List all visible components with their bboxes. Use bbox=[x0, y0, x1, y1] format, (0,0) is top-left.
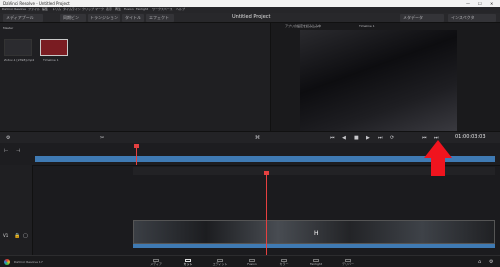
effects-label: エフェクト bbox=[149, 15, 169, 20]
viewer-status: アプリの設定を読み込み中 bbox=[285, 24, 322, 28]
page-edit[interactable]: エディット bbox=[204, 259, 236, 267]
upper-track-toggle-icon[interactable]: ⊢ bbox=[4, 148, 8, 154]
track-headers-panel: V1 🔒 ▢ bbox=[0, 165, 33, 255]
page-color-label: カラー bbox=[279, 262, 289, 266]
page-deliver-label: デリバー bbox=[341, 262, 354, 266]
annotation-arrow-head bbox=[424, 140, 452, 158]
play-icon[interactable]: ▶ bbox=[366, 135, 370, 141]
page-fusion-label: Fusion bbox=[247, 262, 257, 266]
home-icon[interactable]: ⌂ bbox=[478, 259, 481, 265]
menu-item-file[interactable]: ファイル bbox=[28, 7, 40, 12]
loop-icon[interactable]: ⟳ bbox=[390, 135, 394, 141]
menu-item-fusion[interactable]: Fusion bbox=[124, 7, 134, 12]
clip-name: Zotov-1 [2398].mp4 bbox=[4, 58, 35, 62]
page-color[interactable]: カラー bbox=[268, 259, 300, 267]
video-preview[interactable] bbox=[300, 30, 457, 132]
audio-track[interactable] bbox=[133, 244, 495, 248]
page-fairlight[interactable]: Fairlight bbox=[300, 259, 332, 267]
video-track-lock-icon[interactable]: 🔒 bbox=[14, 233, 20, 239]
upper-playhead-handle[interactable] bbox=[134, 144, 139, 148]
page-cut[interactable]: カット bbox=[172, 259, 204, 267]
viewer-timeline-name: Timeline 1 bbox=[359, 24, 375, 28]
timeline-clip[interactable]: H bbox=[133, 220, 495, 244]
upper-playhead[interactable] bbox=[136, 146, 137, 165]
stop-icon[interactable]: ■ bbox=[354, 135, 359, 141]
bin-label: Master bbox=[3, 26, 14, 30]
menu-item-clip[interactable]: クリップ bbox=[82, 7, 94, 12]
annotation-arrow-body bbox=[431, 158, 445, 176]
video-track-visibility-icon[interactable]: ▢ bbox=[23, 233, 28, 239]
lower-playhead[interactable] bbox=[266, 172, 267, 255]
top-toolbar: メディアプール 同期ビン トランジション タイトル エフェクト Untitled… bbox=[0, 13, 500, 23]
menu-item-edit[interactable]: 編集 bbox=[42, 7, 48, 12]
titles-button[interactable]: タイトル bbox=[122, 14, 144, 22]
inspector-button[interactable]: インスペクタ bbox=[448, 14, 496, 22]
effects-button[interactable]: エフェクト bbox=[146, 14, 174, 22]
resolve-logo-icon bbox=[4, 259, 10, 265]
sync-bin-label: 同期ビン bbox=[63, 15, 79, 20]
page-cut-label: カット bbox=[183, 262, 193, 266]
clip-thumbnail bbox=[4, 39, 32, 56]
transitions-button[interactable]: トランジション bbox=[88, 14, 120, 22]
menu-item-timeline[interactable]: タイムライン bbox=[63, 7, 81, 12]
step-back-icon[interactable]: ◀ bbox=[342, 135, 346, 141]
page-fairlight-label: Fairlight bbox=[309, 262, 322, 266]
timeline-tools-icon[interactable]: ⚙ bbox=[6, 135, 10, 141]
inspector-label: インスペクタ bbox=[451, 15, 475, 20]
media-pool-panel: Master Zotov-1 [2398].mp4 Timeline 1 bbox=[0, 23, 270, 131]
timecode-display: 01:00:03:03 bbox=[455, 134, 486, 140]
timeline-item[interactable]: Timeline 1 bbox=[40, 39, 70, 63]
upper-track-lock-icon[interactable]: ⊣ bbox=[16, 148, 20, 154]
sync-bin-button[interactable]: 同期ビン bbox=[60, 14, 86, 22]
menu-item-app[interactable]: DaVinci Resolve bbox=[2, 7, 26, 12]
settings-icon[interactable]: ⚙ bbox=[489, 259, 493, 265]
menu-item-fairlight[interactable]: Fairlight bbox=[136, 7, 148, 12]
skip-to-end-icon[interactable]: ⏭ bbox=[378, 135, 383, 141]
menu-item-playback[interactable]: 再生 bbox=[115, 7, 121, 12]
timeline-thumbnail bbox=[40, 39, 68, 56]
page-media-label: メディア bbox=[150, 262, 162, 266]
menu-item-workspace[interactable]: ワークスペース bbox=[152, 7, 173, 12]
page-media[interactable]: メディア bbox=[140, 259, 172, 267]
close-button[interactable]: ✕ bbox=[490, 1, 493, 6]
menu-item-mark[interactable]: マーク bbox=[95, 7, 104, 12]
page-deliver[interactable]: デリバー bbox=[332, 259, 364, 267]
maximize-button[interactable]: ☐ bbox=[478, 1, 482, 6]
blade-icon[interactable]: ⌘ bbox=[255, 135, 260, 141]
clip-item[interactable]: Zotov-1 [2398].mp4 bbox=[4, 39, 36, 63]
timeline-item-name: Timeline 1 bbox=[43, 58, 59, 62]
skip-to-start-icon[interactable]: ⏮ bbox=[330, 135, 335, 141]
project-title: Untitled Project bbox=[232, 14, 271, 20]
media-pool-label: メディアプール bbox=[6, 15, 34, 20]
titles-label: タイトル bbox=[125, 15, 141, 20]
minimize-button[interactable]: — bbox=[466, 1, 470, 6]
clip-marker-icon: H bbox=[314, 230, 319, 237]
metadata-label: メタデータ bbox=[403, 15, 423, 20]
lower-playhead-handle[interactable] bbox=[264, 171, 269, 175]
video-track-label: V1 bbox=[3, 233, 9, 238]
page-edit-label: エディット bbox=[212, 262, 228, 266]
window-title: DaVinci Resolve - Untitled Project bbox=[3, 1, 70, 6]
menu-item-trim[interactable]: トリム bbox=[52, 7, 61, 12]
window-title-bar: DaVinci Resolve - Untitled Project — ☐ ✕ bbox=[0, 0, 500, 7]
app-name: DaVinci Resolve 17 bbox=[14, 260, 43, 264]
menu-item-view[interactable]: 表示 bbox=[106, 7, 112, 12]
menu-item-help[interactable]: ヘルプ bbox=[176, 7, 185, 12]
media-pool-button[interactable]: メディアプール bbox=[3, 14, 43, 22]
transitions-label: トランジション bbox=[90, 15, 118, 20]
metadata-button[interactable]: メタデータ bbox=[400, 14, 444, 22]
page-fusion[interactable]: Fusion bbox=[236, 259, 268, 267]
edit-tools-icon[interactable]: ✂ bbox=[100, 135, 104, 141]
page-navigation-bar: DaVinci Resolve 17 メディア カット エディット Fusion… bbox=[0, 255, 500, 267]
